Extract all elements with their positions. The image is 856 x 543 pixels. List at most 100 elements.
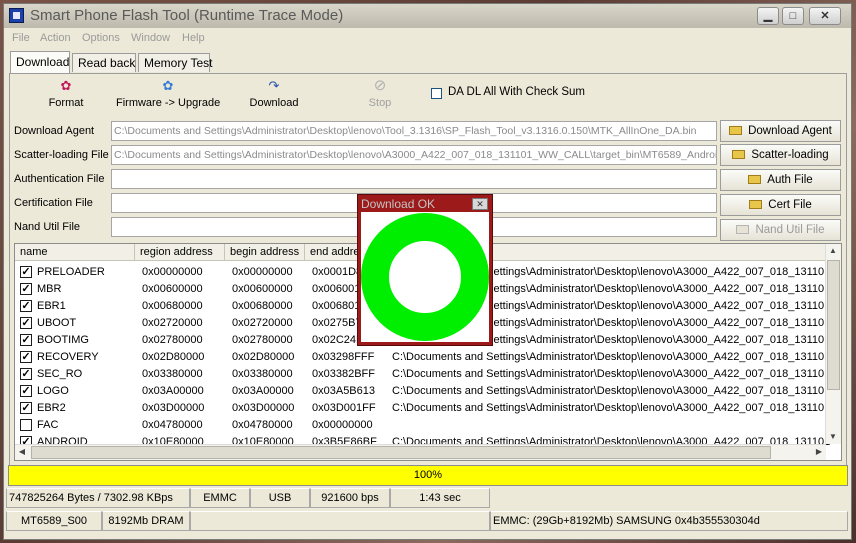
cell-name: RECOVERY <box>37 351 99 363</box>
cell-name: PRELOADER <box>37 266 105 278</box>
row-checkbox[interactable]: ✓ <box>20 334 32 346</box>
cell-name: EBR1 <box>37 300 66 312</box>
checksum-label: DA DL All With Check Sum <box>448 86 585 98</box>
tab-download[interactable]: Download <box>10 51 70 73</box>
auth-file-button[interactable]: Auth File <box>720 169 841 191</box>
cell-begin: 0x00600000 <box>232 283 293 295</box>
menu-action[interactable]: Action <box>40 32 71 44</box>
vertical-scrollbar[interactable]: ▲ ▼ <box>825 244 841 444</box>
nand-util-label: Nand Util File <box>14 221 81 233</box>
folder-icon <box>736 225 750 234</box>
row-checkbox[interactable]: ✓ <box>20 385 32 397</box>
cell-region: 0x03D00000 <box>142 402 205 414</box>
download-agent-field[interactable]: C:\Documents and Settings\Administrator\… <box>111 121 717 141</box>
format-button[interactable]: ✿ Format <box>41 78 91 110</box>
status-port: USB <box>250 488 310 508</box>
cell-end: 0x0001D8 <box>312 266 363 278</box>
cell-name: SEC_RO <box>37 368 83 380</box>
cell-end: 0x0275B7 <box>312 317 362 329</box>
firmware-upgrade-icon: ✿ <box>162 78 174 93</box>
firmware-upgrade-label: Firmware -> Upgrade <box>116 97 221 109</box>
checksum-checkbox[interactable] <box>431 88 442 99</box>
stop-button[interactable]: ⊘ Stop <box>362 78 398 109</box>
download-agent-button-label: Download Agent <box>748 125 832 137</box>
status-chip: MT6589_S00 <box>6 511 102 531</box>
row-checkbox[interactable]: ✓ <box>20 402 32 414</box>
table-row[interactable]: ✓ LOGO 0x03A00000 0x03A00000 0x03A5B613 C:\Do… <box>15 383 831 400</box>
firmware-upgrade-button[interactable]: ✿ Firmware -> Upgrade <box>116 78 221 110</box>
cert-file-button[interactable]: Cert File <box>720 194 841 216</box>
row-checkbox[interactable]: ✓ <box>20 368 32 380</box>
menu-help[interactable]: Help <box>182 32 205 44</box>
cell-region: 0x02780000 <box>142 334 203 346</box>
close-button[interactable]: ✕ <box>809 7 841 25</box>
dialog-body <box>361 212 489 342</box>
scatter-loading-button[interactable]: Scatter-loading <box>720 144 841 166</box>
scroll-left-icon[interactable]: ◀ <box>15 445 29 459</box>
download-label: Download <box>249 97 299 109</box>
cell-region: 0x02720000 <box>142 317 203 329</box>
column-header-name[interactable]: name <box>15 244 135 261</box>
download-agent-button[interactable]: Download Agent <box>720 120 841 142</box>
cell-name: UBOOT <box>37 317 77 329</box>
row-checkbox[interactable]: ✓ <box>20 351 32 363</box>
cell-name: EBR2 <box>37 402 66 414</box>
status-dram: 8192Mb DRAM <box>102 511 190 531</box>
app-icon <box>9 8 24 23</box>
horizontal-scrollbar[interactable]: ◀ ▶ <box>15 444 826 460</box>
status-emmc-info: EMMC: (29Gb+8192Mb) SAMSUNG 0x4b35553030… <box>490 511 848 531</box>
scroll-right-icon[interactable]: ▶ <box>812 445 826 459</box>
title-bar[interactable]: Smart Phone Flash Tool (Runtime Trace Mo… <box>4 4 851 28</box>
row-checkbox[interactable]: ✓ <box>20 317 32 329</box>
status-baud: 921600 bps <box>310 488 390 508</box>
cell-name: MBR <box>37 283 62 295</box>
tab-memory-test[interactable]: Memory Test <box>138 53 212 72</box>
vertical-scroll-thumb[interactable] <box>827 260 840 390</box>
maximize-button[interactable]: □ <box>782 7 804 25</box>
cell-location: C:\Documents and Settings\Administrator\… <box>392 351 831 363</box>
row-checkbox[interactable]: ✓ <box>20 266 32 278</box>
menu-file[interactable]: File <box>12 32 30 44</box>
row-checkbox[interactable]: ✓ <box>20 283 32 295</box>
menu-window[interactable]: Window <box>131 32 170 44</box>
cell-region: 0x03380000 <box>142 368 203 380</box>
cell-begin: 0x03A00000 <box>232 385 294 397</box>
download-ok-dialog: Download OK ✕ <box>357 194 493 346</box>
format-icon: ✿ <box>60 78 72 93</box>
nand-util-button[interactable]: Nand Util File <box>720 219 841 241</box>
table-row[interactable]: ✓ SEC_RO 0x03380000 0x03380000 0x03382BFF C:\… <box>15 366 830 383</box>
scatter-loading-button-label: Scatter-loading <box>751 149 829 161</box>
cell-region: 0x02D80000 <box>142 351 205 363</box>
progress-bar: 100% <box>8 465 848 486</box>
cell-region: 0x00600000 <box>142 283 203 295</box>
cell-end: 0x03382BFF <box>312 368 375 380</box>
table-row[interactable]: FAC 0x04780000 0x04780000 0x00000000 <box>15 417 827 434</box>
certification-label: Certification File <box>14 197 93 209</box>
download-button[interactable]: ↷ Download <box>246 79 302 110</box>
tab-read-back[interactable]: Read back <box>72 53 136 72</box>
dialog-close-button[interactable]: ✕ <box>472 198 488 210</box>
scroll-up-icon[interactable]: ▲ <box>826 244 840 258</box>
download-agent-label: Download Agent <box>14 125 95 137</box>
column-header-region-address[interactable]: region address <box>135 244 225 261</box>
stop-label: Stop <box>368 97 392 109</box>
dialog-title: Download OK <box>361 197 436 211</box>
folder-icon <box>732 150 746 159</box>
table-row[interactable]: ✓ RECOVERY 0x02D80000 0x02D80000 0x03298FFF C… <box>15 349 831 366</box>
menu-options[interactable]: Options <box>82 32 120 44</box>
cell-name: BOOTIMG <box>37 334 89 346</box>
column-header-begin-address[interactable]: begin address <box>225 244 305 261</box>
scroll-down-icon[interactable]: ▼ <box>826 430 840 444</box>
minimize-button[interactable]: ▁ <box>757 7 779 25</box>
auth-file-button-label: Auth File <box>767 174 813 186</box>
cell-region: 0x00000000 <box>142 266 203 278</box>
cell-location: C:\Documents and Settings\Administrator\… <box>392 385 831 397</box>
table-row[interactable]: ✓ EBR2 0x03D00000 0x03D00000 0x03D001FF C:\Do… <box>15 400 830 417</box>
cell-region: 0x04780000 <box>142 419 203 431</box>
authentication-field[interactable] <box>111 169 717 189</box>
row-checkbox[interactable]: ✓ <box>20 300 32 312</box>
cell-region: 0x03A00000 <box>142 385 204 397</box>
horizontal-scroll-thumb[interactable] <box>31 446 771 459</box>
scatter-field[interactable]: C:\Documents and Settings\Administrator\… <box>111 145 717 165</box>
row-checkbox[interactable] <box>20 419 32 431</box>
